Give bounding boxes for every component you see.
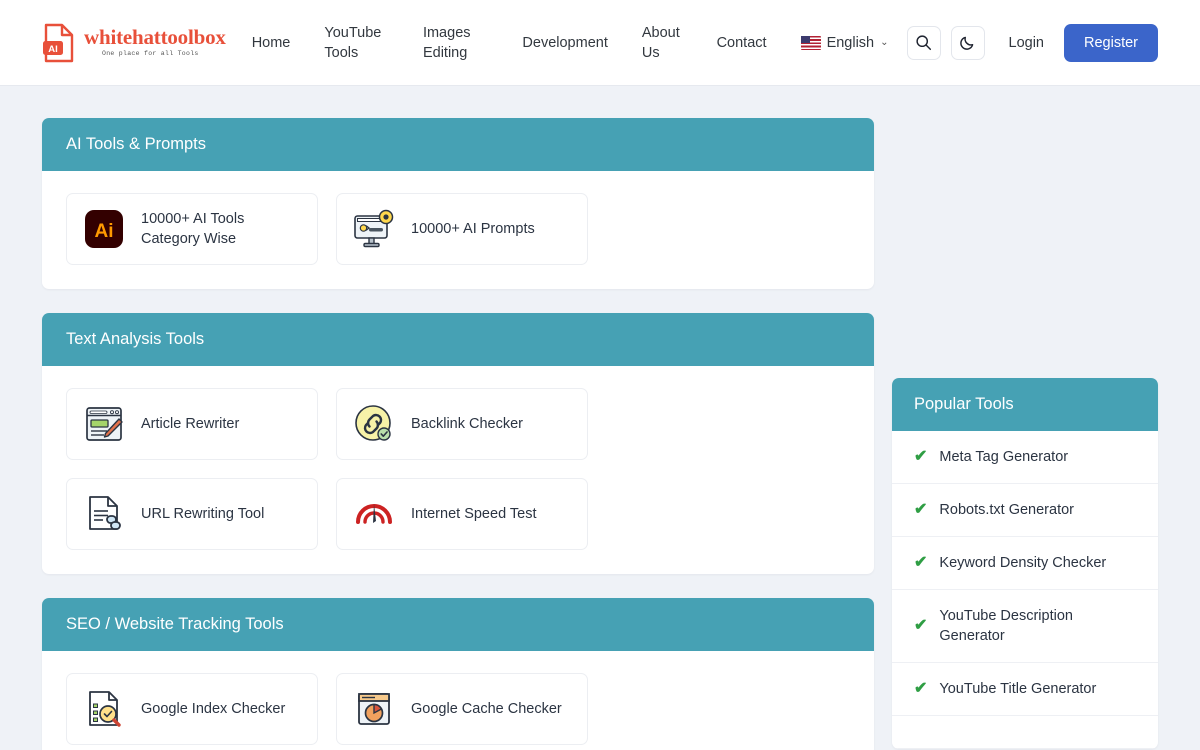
search-button[interactable] (906, 25, 941, 60)
check-icon: ✔ (914, 554, 928, 571)
tool-label: 10000+ AI Prompts (411, 221, 535, 237)
tool-card-ai-prompts[interactable]: 10000+ AI Prompts (336, 193, 588, 265)
chain-link-check-icon (351, 401, 397, 447)
header-actions: English ⌄ Login Register (800, 23, 1158, 62)
nav-item-about-us[interactable]: About Us (642, 23, 683, 63)
brand-tagline: One place for all Tools (102, 50, 199, 58)
tool-card-backlink-checker[interactable]: Backlink Checker (336, 388, 588, 460)
page-body: AI Tools & Prompts Ai 10000+ AI Tools Ca… (0, 86, 1200, 750)
search-icon (916, 35, 932, 51)
sidebar-item-label: Keyword Density Checker (939, 555, 1107, 571)
site-header: AI whitehattoolbox One place for all Too… (0, 0, 1200, 86)
tool-label: URL Rewriting Tool (141, 506, 265, 522)
sidebar-item-keyword-density-checker[interactable]: ✔ Keyword Density Checker (892, 537, 1158, 590)
tool-card-article-rewriter[interactable]: Article Rewriter (66, 388, 318, 460)
section-title: Text Analysis Tools (42, 313, 874, 366)
tool-card-internet-speed-test[interactable]: Internet Speed Test (336, 478, 588, 550)
tool-card-google-cache-checker[interactable]: Google Cache Checker (336, 673, 588, 745)
check-icon: ✔ (914, 680, 928, 697)
tool-card-ai-tools-category-wise[interactable]: Ai 10000+ AI Tools Category Wise (66, 193, 318, 265)
section-tool-grid: Google Index Checker Google Cache Checke… (42, 651, 874, 750)
adobe-ai-icon: Ai (81, 206, 127, 252)
sidebar-item-robots-txt-generator[interactable]: ✔ Robots.txt Generator (892, 484, 1158, 537)
tool-card-google-index-checker[interactable]: Google Index Checker (66, 673, 318, 745)
sidebar-column: Popular Tools ✔ Meta Tag Generator ✔ Rob… (892, 118, 1158, 750)
sidebar-title: Popular Tools (892, 378, 1158, 431)
logo-ai-badge-text: AI (48, 44, 58, 55)
register-button[interactable]: Register (1064, 23, 1158, 62)
main-column: AI Tools & Prompts Ai 10000+ AI Tools Ca… (42, 118, 874, 750)
tool-label: Google Cache Checker (411, 701, 562, 717)
speedometer-icon (351, 491, 397, 537)
tool-card-url-rewriting-tool[interactable]: URL Rewriting Tool (66, 478, 318, 550)
sidebar-item-meta-tag-generator[interactable]: ✔ Meta Tag Generator (892, 431, 1158, 484)
section-tool-grid: Article Rewriter Backlink Checker URL Re… (42, 366, 874, 574)
dark-mode-toggle[interactable] (950, 25, 985, 60)
section-title: SEO / Website Tracking Tools (42, 598, 874, 651)
sidebar-item-label: Meta Tag Generator (939, 449, 1069, 465)
nav-item-development[interactable]: Development (522, 33, 607, 53)
section-ai-tools-prompts: AI Tools & Prompts Ai 10000+ AI Tools Ca… (42, 118, 874, 289)
section-text-analysis-tools: Text Analysis Tools Article Rewriter Bac… (42, 313, 874, 574)
check-icon: ✔ (914, 501, 928, 518)
popular-tools-panel: Popular Tools ✔ Meta Tag Generator ✔ Rob… (892, 378, 1158, 749)
section-seo-website-tracking-tools: SEO / Website Tracking Tools Google Inde… (42, 598, 874, 750)
check-icon: ✔ (914, 617, 928, 634)
svg-text:Ai: Ai (95, 221, 114, 242)
sidebar-item-youtube-title-generator[interactable]: ✔ YouTube Title Generator (892, 663, 1158, 716)
sidebar-item-youtube-description-generator[interactable]: ✔ YouTube Description Generator (892, 590, 1158, 663)
language-label: English (826, 34, 875, 51)
section-title: AI Tools & Prompts (42, 118, 874, 171)
tool-label: Article Rewriter (141, 416, 240, 432)
login-link[interactable]: Login (1009, 35, 1044, 51)
nav-item-contact[interactable]: Contact (717, 33, 767, 53)
nav-item-youtube-tools[interactable]: YouTube Tools (324, 23, 389, 63)
tool-label: Google Index Checker (141, 701, 286, 717)
moon-icon (960, 36, 974, 50)
brand-name: whitehattoolbox (84, 25, 226, 50)
document-link-icon (81, 491, 127, 537)
browser-pie-icon (351, 686, 397, 732)
language-selector[interactable]: English ⌄ (800, 34, 889, 51)
nav-item-images-editing[interactable]: Images Editing (423, 23, 488, 63)
tool-label: Internet Speed Test (411, 506, 537, 522)
tool-label: 10000+ AI Tools Category Wise (141, 211, 245, 247)
us-flag-icon (800, 35, 821, 50)
monitor-prompt-icon (351, 206, 397, 252)
tool-label: Backlink Checker (411, 416, 524, 432)
document-magnifier-icon (81, 686, 127, 732)
main-navigation: Home YouTube Tools Images Editing Develo… (252, 23, 801, 63)
sidebar-item-label: YouTube Description Generator (939, 608, 1073, 644)
browser-pencil-icon (81, 401, 127, 447)
check-icon: ✔ (914, 448, 928, 465)
sidebar-item-label: Robots.txt Generator (939, 502, 1074, 518)
section-tool-grid: Ai 10000+ AI Tools Category Wise 10000+ … (42, 171, 874, 289)
logo-file-icon: AI (42, 23, 76, 63)
sidebar-item-partial[interactable] (892, 716, 1158, 749)
sidebar-item-label: YouTube Title Generator (939, 681, 1097, 697)
chevron-down-icon: ⌄ (880, 37, 889, 48)
brand-logo[interactable]: AI whitehattoolbox One place for all Too… (42, 23, 226, 63)
nav-item-home[interactable]: Home (252, 33, 291, 53)
